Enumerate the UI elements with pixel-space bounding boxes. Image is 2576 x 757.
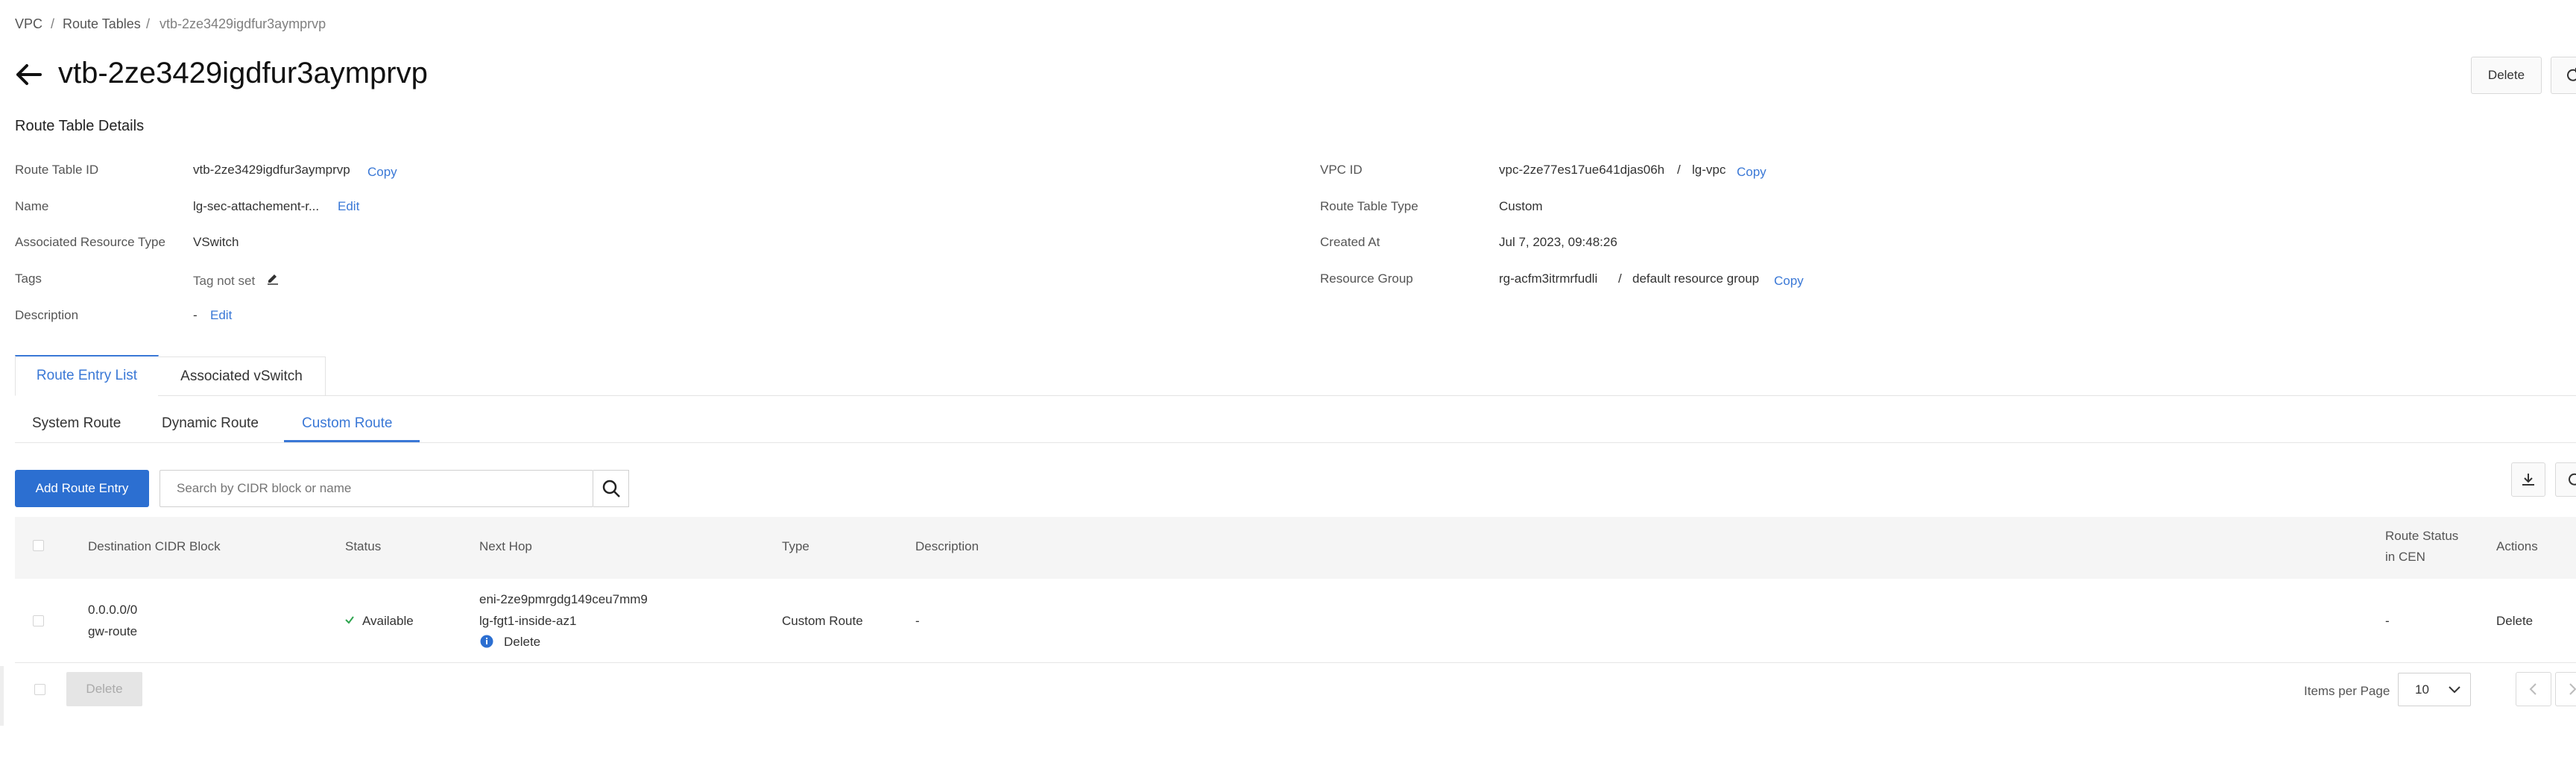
subtab-dynamic-route[interactable]: Dynamic Route: [162, 415, 259, 432]
page-title: vtb-2ze3429igdfur3aymprvp: [58, 57, 428, 89]
vpc-id-link[interactable]: vpc-2ze77es17ue641djas06h: [1499, 163, 1664, 178]
route-table-type-value: Custom: [1499, 199, 1543, 213]
resource-group-label: Resource Group: [1320, 271, 1413, 286]
resource-group-name: default resource group: [1632, 271, 1760, 286]
row-delete-link[interactable]: Delete: [2496, 614, 2533, 629]
section-title: Route Table Details: [15, 118, 145, 134]
breadcrumb-separator: /: [146, 16, 151, 31]
vpc-name: lg-vpc: [1692, 163, 1726, 177]
refresh-button[interactable]: [2551, 57, 2576, 94]
footer-select-all-checkbox[interactable]: [34, 684, 45, 695]
column-header-next-hop: Next Hop: [479, 539, 532, 553]
description-label: Description: [15, 308, 79, 322]
tags-value: Tag not set: [193, 274, 256, 288]
tags-label: Tags: [15, 271, 42, 286]
subtabs-divider: [15, 442, 2576, 443]
created-at-label: Created At: [1320, 235, 1380, 249]
delete-button[interactable]: Delete: [2471, 57, 2542, 94]
created-at-value: Jul 7, 2023, 09:48:26: [1499, 235, 1617, 249]
resource-group-link[interactable]: rg-acfm3itrmrfudli: [1499, 271, 1597, 286]
route-table-id-label: Route Table ID: [15, 163, 99, 177]
chevron-right-icon: [2569, 683, 2576, 695]
back-arrow-icon[interactable]: [13, 60, 45, 89]
vpc-id-separator: /: [1677, 163, 1681, 177]
table-header: [15, 517, 2576, 579]
next-hop-name: lg-fgt1-inside-az1: [479, 614, 577, 628]
name-value: lg-sec-attachement-r...: [193, 199, 320, 213]
status-available: Available: [362, 614, 414, 628]
search-box: [160, 470, 593, 507]
vpc-id-label: VPC ID: [1320, 163, 1363, 177]
route-name: gw-route: [88, 624, 138, 638]
edit-name-link[interactable]: Edit: [338, 199, 359, 214]
chevron-left-icon: [2529, 683, 2536, 695]
search-button[interactable]: [593, 470, 629, 507]
column-header-status: Status: [345, 539, 382, 553]
row-checkbox[interactable]: [33, 615, 44, 626]
associated-resource-type-label: Associated Resource Type: [15, 235, 165, 249]
column-header-actions: Actions: [2496, 539, 2538, 553]
edit-tags-pencil-icon[interactable]: [266, 272, 280, 289]
tabs-divider: [15, 395, 2576, 396]
refresh-icon: [2567, 68, 2576, 81]
column-header-destination: Destination CIDR Block: [88, 539, 221, 553]
breadcrumb-separator: /: [51, 16, 55, 31]
bulk-delete-button[interactable]: Delete: [66, 672, 142, 706]
destination-cidr: 0.0.0.0/0: [88, 603, 138, 617]
route-table-type-label: Route Table Type: [1320, 199, 1418, 213]
select-all-checkbox[interactable]: [33, 540, 44, 551]
check-icon: [344, 615, 355, 629]
next-page-button[interactable]: [2555, 672, 2576, 706]
column-header-description: Description: [915, 539, 979, 553]
table-refresh-button[interactable]: [2555, 462, 2576, 497]
breadcrumb-current: vtb-2ze3429igdfur3aymprvp: [160, 16, 326, 31]
name-label: Name: [15, 199, 49, 213]
tab-route-entry-list[interactable]: Route Entry List: [15, 355, 159, 396]
associated-resource-type-value: VSwitch: [193, 235, 239, 249]
next-hop-delete-link[interactable]: Delete: [504, 635, 540, 650]
resource-group-separator: /: [1618, 271, 1622, 286]
search-icon: [602, 480, 620, 497]
column-header-type: Type: [782, 539, 809, 553]
edit-description-link[interactable]: Edit: [210, 308, 232, 323]
tab-associated-vswitch[interactable]: Associated vSwitch: [158, 356, 326, 396]
next-hop-link[interactable]: eni-2ze9pmrgdg149ceu7mm9: [479, 592, 648, 607]
row-divider: [15, 662, 2576, 663]
copy-vpc-id-link[interactable]: Copy: [1737, 165, 1767, 180]
breadcrumb-route-tables[interactable]: Route Tables: [63, 16, 141, 32]
description-value: -: [193, 308, 198, 322]
add-route-entry-button[interactable]: Add Route Entry: [15, 470, 149, 507]
route-table-id-value: vtb-2ze3429igdfur3aymprvp: [193, 163, 350, 177]
copy-route-table-id-link[interactable]: Copy: [367, 165, 397, 180]
breadcrumb-vpc[interactable]: VPC: [15, 16, 42, 32]
left-edge-strip: [0, 666, 4, 726]
download-icon: [2522, 474, 2534, 486]
download-button[interactable]: [2511, 462, 2545, 497]
items-per-page-label: Items per Page: [2304, 684, 2390, 698]
refresh-icon: [2569, 473, 2576, 486]
route-type: Custom Route: [782, 614, 863, 628]
items-per-page-value: 10: [2415, 682, 2429, 697]
chevron-down-icon: [2448, 685, 2461, 699]
info-icon: [480, 635, 493, 652]
cen-status: -: [2385, 614, 2390, 628]
subtab-custom-route[interactable]: Custom Route: [302, 415, 392, 432]
items-per-page-select[interactable]: 10: [2398, 673, 2471, 706]
prev-page-button[interactable]: [2516, 672, 2551, 706]
column-header-cen-status-line1: Route Status: [2385, 529, 2459, 543]
subtab-active-indicator: [284, 440, 420, 442]
search-input[interactable]: [160, 471, 593, 506]
copy-resource-group-link[interactable]: Copy: [1774, 274, 1804, 289]
column-header-cen-status-line2: in CEN: [2385, 550, 2425, 564]
route-description: -: [915, 614, 920, 628]
subtab-system-route[interactable]: System Route: [32, 415, 121, 432]
